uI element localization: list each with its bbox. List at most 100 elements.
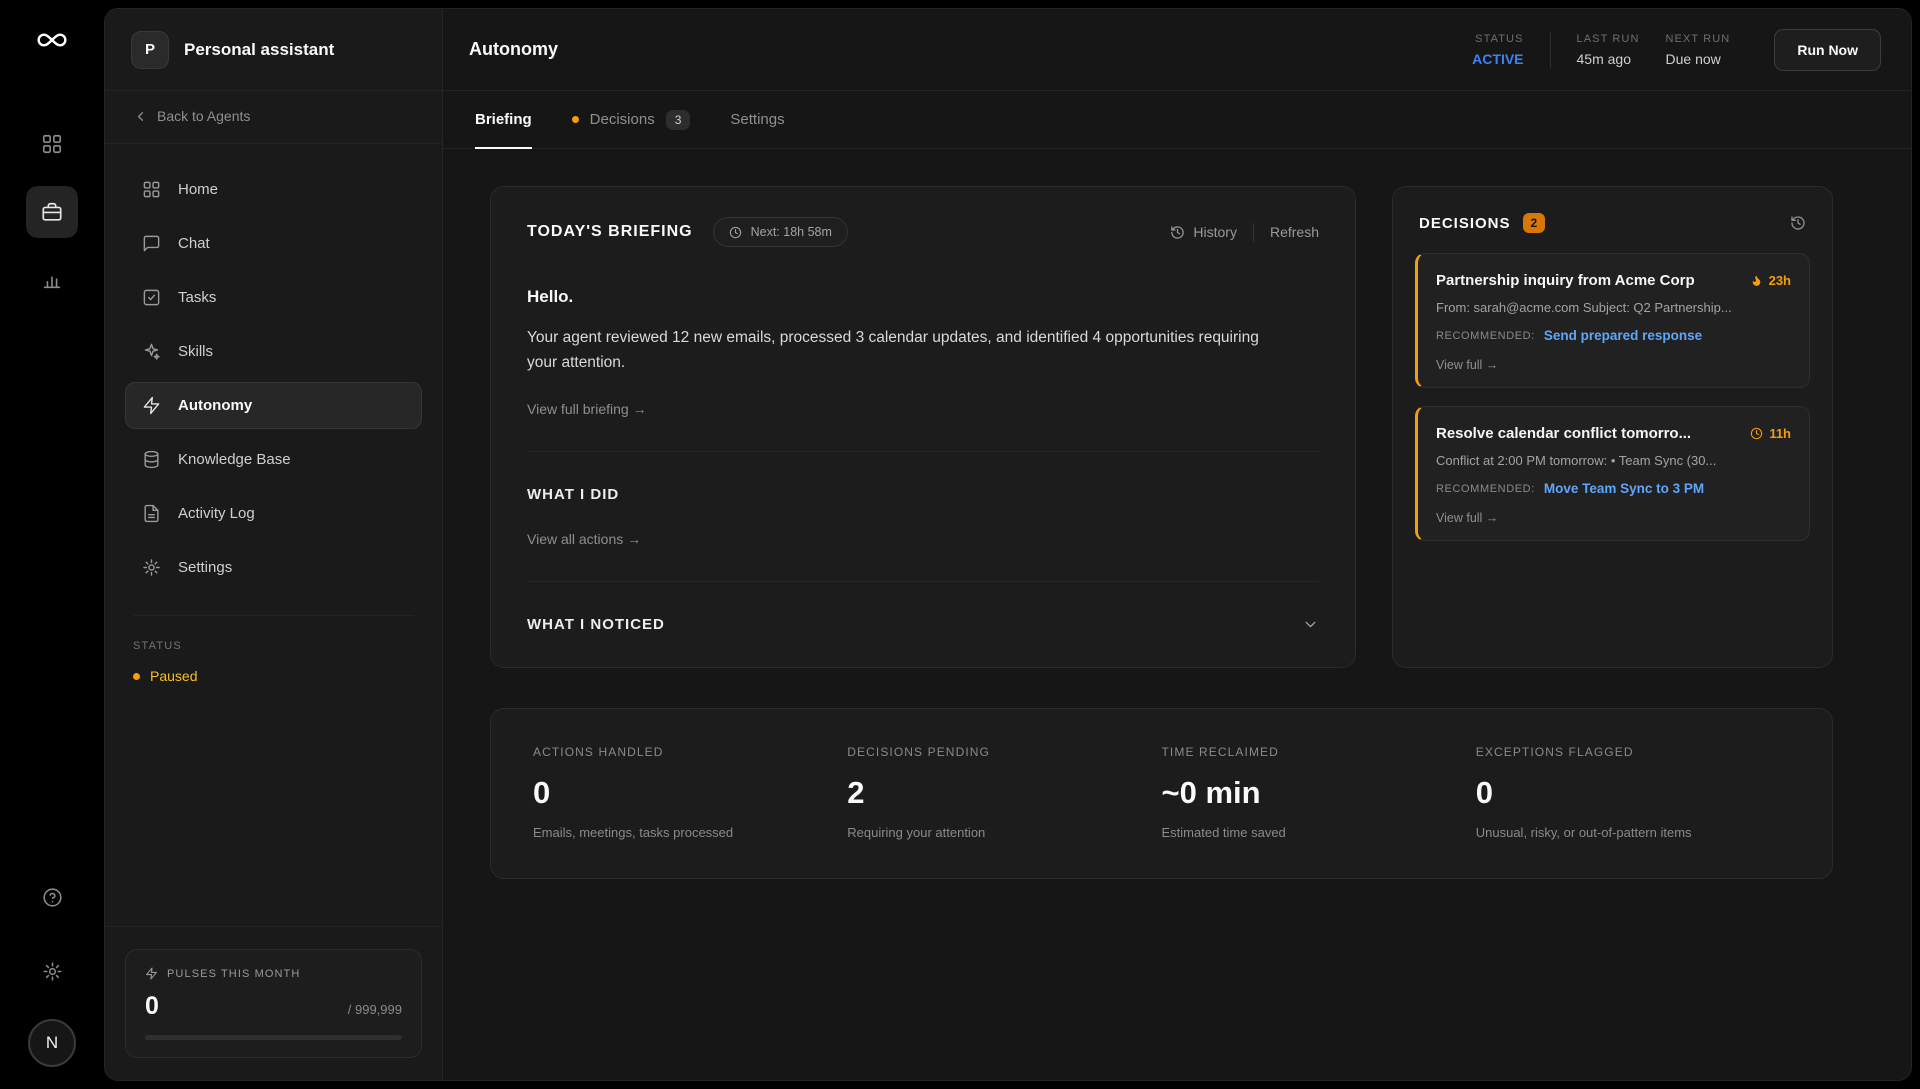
actions-divider [1253, 223, 1254, 242]
recommended-action-link[interactable]: Move Team Sync to 3 PM [1544, 481, 1704, 496]
status-value: Paused [150, 668, 197, 684]
stat-label: ACTIONS HANDLED [533, 745, 847, 759]
home-grid-icon [142, 180, 161, 199]
chat-icon [142, 234, 161, 253]
view-all-actions-link[interactable]: View all actions → [527, 531, 1319, 547]
sidebar-item-autonomy[interactable]: Autonomy [125, 382, 422, 429]
sidebar-item-skills[interactable]: Skills [125, 328, 422, 375]
chevron-down-icon[interactable] [1302, 616, 1319, 633]
sidebar-item-tasks[interactable]: Tasks [125, 274, 422, 321]
rail-agents-button[interactable] [26, 186, 78, 238]
history-button[interactable]: History [1170, 224, 1237, 240]
recommended-action-link[interactable]: Send prepared response [1544, 328, 1702, 343]
activity-log-icon [142, 504, 161, 523]
sidebar-item-label: Tasks [178, 289, 216, 306]
sidebar-item-chat[interactable]: Chat [125, 220, 422, 267]
gear-icon [142, 558, 161, 577]
sidebar-item-label: Activity Log [178, 505, 255, 522]
main-content: TODAY'S BRIEFING Next: 18h 58m [443, 149, 1911, 1080]
what-i-noticed-section: WHAT I NOTICED [527, 616, 1319, 633]
tab-decisions[interactable]: Decisions 3 [572, 91, 691, 148]
rail-settings-button[interactable] [26, 945, 78, 997]
decision-item[interactable]: Partnership inquiry from Acme Corp 23h F… [1415, 253, 1810, 388]
sidebar-item-label: Chat [178, 235, 210, 252]
rail-help-button[interactable] [26, 871, 78, 923]
sidebar-item-label: Skills [178, 343, 213, 360]
stat-decisions-pending: DECISIONS PENDING 2 Requiring your atten… [847, 745, 1161, 840]
what-i-did-title: WHAT I DID [527, 486, 619, 503]
last-run-meta: LAST RUN 45m ago [1577, 33, 1640, 67]
next-run-meta: NEXT RUN Due now [1666, 33, 1731, 67]
clock-icon [1750, 427, 1763, 440]
last-run-value: 45m ago [1577, 51, 1640, 67]
decisions-card: DECISIONS 2 Partnership inquiry from Acm… [1392, 186, 1833, 668]
view-full-briefing-link[interactable]: View full briefing → [527, 401, 1319, 417]
sidebar-item-label: Settings [178, 559, 232, 576]
decision-recommendation: RECOMMENDED: Move Team Sync to 3 PM [1436, 481, 1791, 496]
recommended-label: RECOMMENDED: [1436, 483, 1535, 495]
rail-dashboard-button[interactable] [26, 118, 78, 170]
stat-caption: Unusual, risky, or out-of-pattern items [1476, 825, 1790, 840]
stat-value: 0 [533, 775, 847, 811]
rail-nav [26, 118, 78, 306]
agent-title: Personal assistant [184, 40, 334, 60]
stat-caption: Emails, meetings, tasks processed [533, 825, 847, 840]
chevron-left-icon [133, 109, 148, 124]
help-icon [42, 887, 63, 908]
stat-caption: Estimated time saved [1162, 825, 1476, 840]
view-full-decision-link[interactable]: View full → [1436, 511, 1791, 525]
tab-settings[interactable]: Settings [730, 91, 784, 148]
stat-time-reclaimed: TIME RECLAIMED ~0 min Estimated time sav… [1162, 745, 1476, 840]
briefcase-icon [41, 201, 63, 223]
decisions-title: DECISIONS [1419, 215, 1511, 232]
agent-status-section: STATUS Paused [133, 615, 414, 684]
sidebar: P Personal assistant Back to Agents Home [105, 9, 443, 1080]
sidebar-item-activity-log[interactable]: Activity Log [125, 490, 422, 537]
stat-value: 0 [1476, 775, 1790, 811]
decision-detail: From: sarah@acme.com Subject: Q2 Partner… [1436, 300, 1791, 315]
gear-icon [42, 961, 63, 982]
tab-briefing[interactable]: Briefing [475, 91, 532, 148]
decision-item-header: Partnership inquiry from Acme Corp 23h [1436, 272, 1791, 289]
decision-item-header: Resolve calendar conflict tomorro... 11h [1436, 425, 1791, 442]
decisions-header: DECISIONS 2 [1415, 213, 1810, 253]
flame-icon [1750, 274, 1763, 287]
tab-bar: Briefing Decisions 3 Settings [443, 91, 1911, 149]
sidebar-nav: Home Chat Tasks [105, 144, 442, 601]
page-title: Autonomy [469, 39, 558, 60]
tasks-icon [142, 288, 161, 307]
rail-analytics-button[interactable] [26, 254, 78, 306]
back-to-agents-link[interactable]: Back to Agents [105, 91, 442, 144]
sidebar-item-home[interactable]: Home [125, 166, 422, 213]
decision-item[interactable]: Resolve calendar conflict tomorro... 11h… [1415, 406, 1810, 541]
stat-label: TIME RECLAIMED [1162, 745, 1476, 759]
agent-header: P Personal assistant [105, 9, 442, 91]
history-label: History [1193, 224, 1237, 240]
sidebar-item-knowledge-base[interactable]: Knowledge Base [125, 436, 422, 483]
user-avatar[interactable]: N [28, 1019, 76, 1067]
agent-avatar: P [131, 31, 169, 69]
sidebar-item-settings[interactable]: Settings [125, 544, 422, 591]
next-run-label: NEXT RUN [1666, 33, 1731, 45]
run-now-button[interactable]: Run Now [1774, 29, 1881, 71]
what-i-did-section: WHAT I DID [527, 486, 1319, 503]
main-area: Autonomy STATUS ACTIVE LAST RUN 45m ago … [443, 9, 1911, 1080]
decision-deadline: 11h [1750, 425, 1791, 441]
decisions-count-badge: 2 [1523, 213, 1546, 233]
skills-sparkle-icon [142, 342, 161, 361]
tab-decisions-label: Decisions [590, 111, 655, 128]
refresh-label: Refresh [1270, 224, 1319, 240]
decision-deadline: 23h [1750, 272, 1791, 288]
stat-label: EXCEPTIONS FLAGGED [1476, 745, 1790, 759]
infinity-logo-icon [36, 24, 68, 56]
stat-value: ~0 min [1162, 775, 1476, 811]
decision-deadline-label: 23h [1769, 273, 1791, 288]
bar-chart-icon [41, 269, 63, 291]
decision-deadline-label: 11h [1769, 426, 1791, 441]
decisions-history-button[interactable] [1790, 215, 1806, 231]
recommended-label: RECOMMENDED: [1436, 330, 1535, 342]
view-full-decision-link[interactable]: View full → [1436, 358, 1791, 372]
refresh-button[interactable]: Refresh [1270, 224, 1319, 240]
stats-card: ACTIONS HANDLED 0 Emails, meetings, task… [490, 708, 1833, 879]
main-header: Autonomy STATUS ACTIVE LAST RUN 45m ago … [443, 9, 1911, 91]
